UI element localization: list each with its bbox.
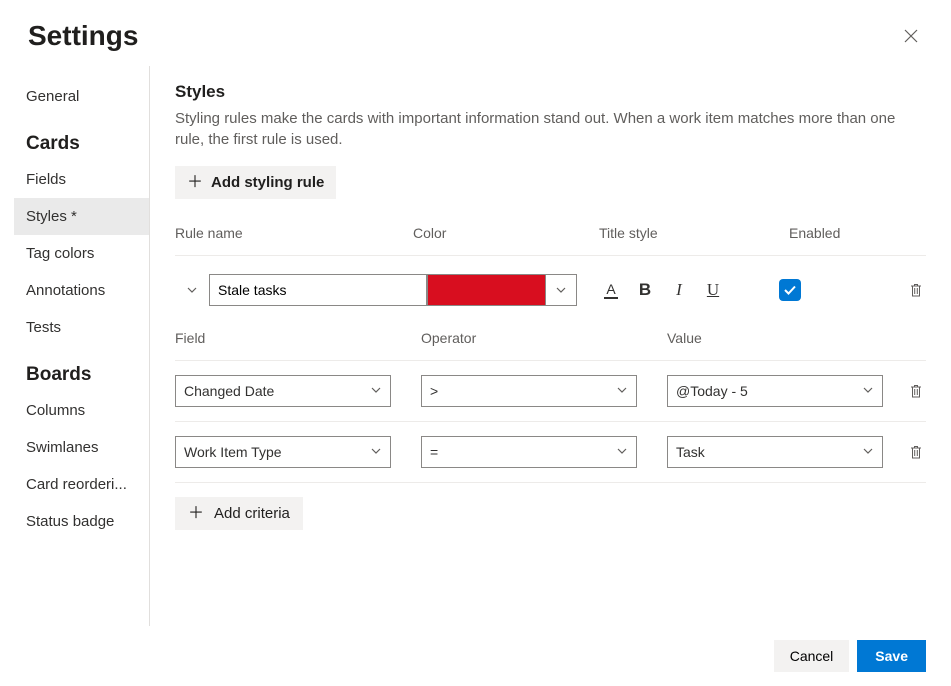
header-title-style: Title style [599,225,789,241]
trash-icon [908,444,924,460]
header-rule-name: Rule name [175,225,413,241]
chevron-down-icon [616,445,628,457]
criteria-row: Changed Date > @Today - 5 [175,360,926,421]
dialog-title: Settings [28,20,138,52]
sidebar-item-card-reordering[interactable]: Card reorderi... [14,466,149,503]
collapse-rule-button[interactable] [186,284,198,296]
plus-icon: ＋ [188,506,204,522]
sidebar-item-styles[interactable]: Styles * [14,198,149,235]
sidebar-item-tests[interactable]: Tests [14,309,149,346]
criteria-operator-value: = [430,444,438,460]
criteria-field-dropdown[interactable]: Work Item Type [175,436,391,468]
title-italic-button[interactable]: I [667,278,691,302]
rule-enabled-checkbox[interactable] [779,279,801,301]
criteria-operator-value: > [430,383,438,399]
settings-sidebar: General Cards Fields Styles * Tag colors… [0,66,150,626]
add-styling-rule-button[interactable]: ＋ Add styling rule [175,166,336,199]
plus-icon: ＋ [187,175,203,191]
styling-rule-row: A B I U [175,255,926,324]
main-panel: Styles Styling rules make the cards with… [150,66,951,626]
sidebar-item-tag-colors[interactable]: Tag colors [14,235,149,272]
cancel-button[interactable]: Cancel [774,640,850,672]
chevron-down-icon [862,445,874,457]
criteria-value-value: Task [676,444,705,460]
header-value: Value [667,330,887,346]
rule-color-swatch[interactable] [427,274,545,306]
chevron-down-icon [616,384,628,396]
delete-criteria-button[interactable] [908,444,924,460]
sidebar-item-annotations[interactable]: Annotations [14,272,149,309]
criteria-operator-dropdown[interactable]: = [421,436,637,468]
save-button[interactable]: Save [857,640,926,672]
font-color-bar [604,297,618,299]
criteria-field-dropdown[interactable]: Changed Date [175,375,391,407]
sidebar-item-fields[interactable]: Fields [14,161,149,198]
chevron-down-icon [555,284,567,296]
sidebar-section-boards: Boards [14,346,149,392]
chevron-down-icon [370,384,382,396]
title-bold-button[interactable]: B [633,278,657,302]
delete-criteria-button[interactable] [908,383,924,399]
section-title: Styles [175,82,926,102]
chevron-down-icon [186,284,198,296]
criteria-row: Work Item Type = Task [175,421,926,482]
header-enabled: Enabled [789,225,869,241]
title-underline-button[interactable]: U [701,278,725,302]
chevron-down-icon [862,384,874,396]
header-color: Color [413,225,599,241]
trash-icon [908,383,924,399]
sidebar-item-columns[interactable]: Columns [14,392,149,429]
criteria-value-dropdown[interactable]: @Today - 5 [667,375,883,407]
title-font-color-button[interactable]: A [599,278,623,302]
close-icon [904,29,918,43]
criteria-field-value: Changed Date [184,383,274,399]
section-description: Styling rules make the cards with import… [175,108,926,150]
criteria-value-value: @Today - 5 [676,383,748,399]
rule-color-dropdown[interactable] [545,274,577,306]
sidebar-section-cards: Cards [14,115,149,161]
header-operator: Operator [421,330,667,346]
header-field: Field [175,330,421,346]
sidebar-item-status-badge[interactable]: Status badge [14,503,149,540]
criteria-field-value: Work Item Type [184,444,282,460]
font-color-icon: A [606,282,615,296]
add-criteria-label: Add criteria [214,505,290,522]
close-dialog-button[interactable] [899,24,923,48]
add-styling-rule-label: Add styling rule [211,174,324,191]
check-icon [783,283,797,297]
chevron-down-icon [370,445,382,457]
rule-name-input[interactable] [209,274,427,306]
criteria-value-dropdown[interactable]: Task [667,436,883,468]
sidebar-item-swimlanes[interactable]: Swimlanes [14,429,149,466]
criteria-operator-dropdown[interactable]: > [421,375,637,407]
delete-rule-button[interactable] [908,282,924,298]
sidebar-item-general[interactable]: General [14,78,149,115]
add-criteria-button[interactable]: ＋ Add criteria [175,497,303,530]
trash-icon [908,282,924,298]
